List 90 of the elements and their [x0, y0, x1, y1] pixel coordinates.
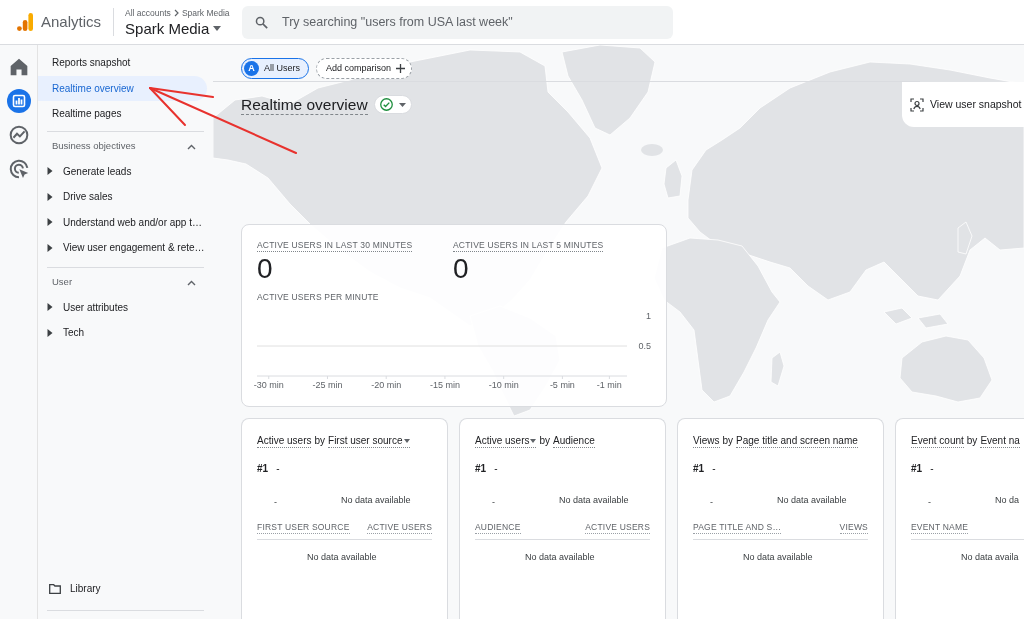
breadcrumb-link[interactable]: Spark Media	[181, 7, 230, 19]
title-selector[interactable]: Event na	[980, 434, 1020, 448]
axis-tick-label: -25 min	[312, 380, 343, 390]
title-selector[interactable]: Active users	[475, 434, 537, 448]
section-toggle[interactable]: Business objectives	[38, 134, 213, 159]
column-header: ACTIVE USERS	[367, 522, 432, 534]
product-name: Analytics	[41, 11, 102, 32]
metric-label: ACTIVE USERS IN LAST 5 MINUTES	[453, 240, 604, 252]
empty-message: No data available	[307, 551, 377, 563]
search-icon	[255, 15, 269, 29]
axis-tick-label: -20 min	[371, 380, 402, 390]
axis-tick-label: 1	[646, 311, 651, 322]
folder-icon	[49, 583, 61, 594]
nav-item[interactable]: User attributes	[38, 294, 213, 320]
library-link[interactable]: Library	[38, 576, 213, 601]
nav-item[interactable]: Drive sales	[38, 184, 213, 210]
caret-down-icon	[530, 438, 537, 443]
segment-chip[interactable]: A All Users	[241, 58, 309, 79]
empty-message: No data available	[743, 551, 813, 563]
empty-message: No data available	[559, 494, 629, 506]
view-user-snapshot-button[interactable]: View user snapshot	[902, 82, 1024, 127]
rank-value: -	[712, 462, 716, 476]
breadcrumb-link[interactable]: All accounts	[125, 7, 171, 19]
plus-icon	[396, 64, 406, 73]
title-selector[interactable]: Active users	[257, 434, 312, 448]
column-header: ACTIVE USERS	[585, 522, 650, 534]
bars-logo-icon	[17, 13, 33, 31]
nav-item[interactable]: Reports snapshot	[38, 50, 207, 76]
title-text: by	[722, 434, 734, 448]
title-selector[interactable]: Views	[693, 434, 720, 448]
rank-label: #1	[257, 462, 269, 476]
rank-value: -	[930, 462, 934, 476]
column-header: EVENT NAME	[911, 522, 969, 534]
nav-item[interactable]: Realtime pages	[38, 101, 207, 127]
empty-message: No data available	[341, 494, 411, 506]
chart-title: ACTIVE USERS PER MINUTE	[257, 292, 379, 303]
empty-message: No da	[995, 494, 1020, 506]
chart-axis-label: -	[274, 498, 277, 507]
chart-axis-label: -	[928, 498, 931, 507]
axis-tick-label: -15 min	[429, 380, 460, 390]
empty-message: No data available	[525, 551, 595, 563]
title-selector[interactable]: First user source	[328, 434, 410, 448]
column-header: PAGE TITLE AND S…	[693, 522, 782, 534]
rank-value: -	[494, 462, 498, 476]
axis-tick-label: -10 min	[488, 380, 519, 390]
caret-down-icon	[398, 102, 406, 107]
column-header: VIEWS	[839, 522, 868, 534]
person-frame-icon	[910, 97, 924, 112]
search-field[interactable]: Try searching "users from USA last week"	[242, 5, 674, 39]
title-text: by	[966, 434, 978, 448]
column-header: FIRST USER SOURCE	[257, 522, 350, 534]
title-text: by	[314, 434, 326, 448]
metric-label: ACTIVE USERS IN LAST 30 MINUTES	[257, 240, 413, 252]
chart-axis-label: -	[492, 498, 495, 507]
section-toggle[interactable]: User	[38, 270, 213, 295]
nav-item[interactable]: Realtime overview	[38, 75, 207, 101]
target-cursor-icon[interactable]	[8, 159, 29, 179]
axis-tick-label: -1 min	[596, 380, 622, 390]
caret-down-icon	[213, 25, 222, 31]
empty-message: No data available	[777, 494, 847, 506]
nav-item[interactable]: Tech	[38, 320, 213, 346]
axis-tick-label: -30 min	[253, 380, 284, 390]
axis-tick-label: 0.5	[638, 341, 651, 352]
add-comparison-button[interactable]: Add comparison	[316, 58, 413, 79]
title-selector[interactable]: Page title and screen name	[736, 434, 858, 448]
page-title: Realtime overview	[241, 94, 368, 115]
property-selector[interactable]: Spark Media	[125, 19, 222, 37]
check-circle-icon	[379, 98, 393, 111]
chart-axis-label: -	[710, 498, 713, 507]
trend-circle-icon[interactable]	[8, 125, 29, 145]
title-selector[interactable]: Audience	[553, 434, 595, 448]
caret-down-icon	[403, 438, 410, 443]
axis-tick-label: -5 min	[549, 380, 575, 390]
rank-label: #1	[475, 462, 487, 476]
empty-message: No data availa	[961, 551, 1019, 563]
rank-label: #1	[693, 462, 705, 476]
nav-item[interactable]: View user engagement & rete…	[38, 235, 213, 261]
chevron-right-icon	[173, 9, 179, 17]
bar-chart-icon[interactable]	[6, 89, 31, 113]
metric-value: 0	[453, 254, 469, 284]
nav-item[interactable]: Generate leads	[38, 158, 213, 184]
home-icon[interactable]	[8, 57, 29, 77]
title-selector[interactable]: Event count	[911, 434, 964, 448]
segment-avatar: A	[244, 61, 259, 76]
rank-value: -	[276, 462, 280, 476]
title-text: by	[539, 434, 551, 448]
metric-value: 0	[257, 254, 273, 284]
rank-label: #1	[911, 462, 923, 476]
column-header: AUDIENCE	[475, 522, 521, 534]
nav-item[interactable]: Understand web and/or app t…	[38, 209, 213, 235]
